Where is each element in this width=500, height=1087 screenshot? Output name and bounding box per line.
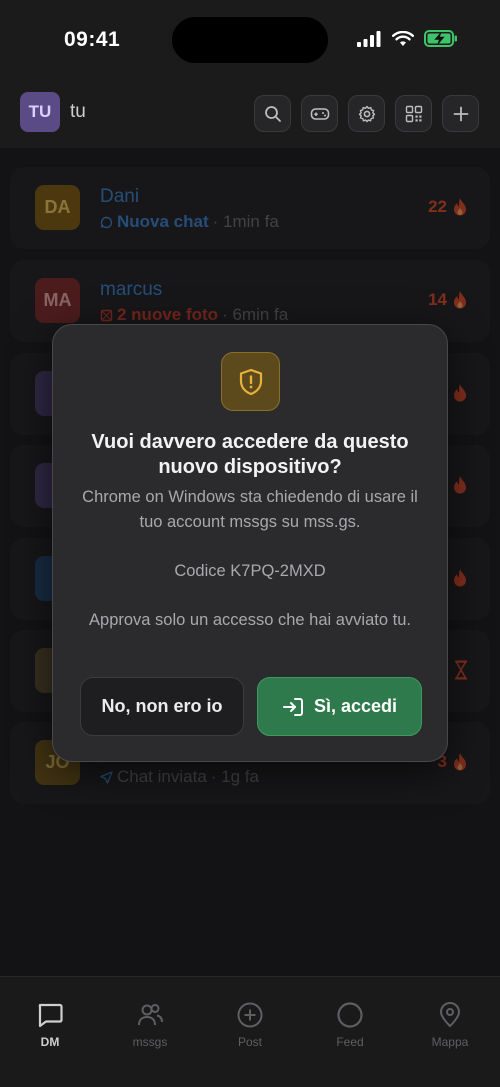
add-circle-icon xyxy=(237,1002,263,1028)
map-pin-icon xyxy=(439,1002,461,1028)
dialog-title: Vuoi davvero accedere da questo nuovo di… xyxy=(91,431,409,478)
gamepad-icon xyxy=(310,107,329,120)
bottom-nav: DM mssgs Post Feed Mappa xyxy=(0,976,500,1087)
dialog-description: Chrome on Windows sta chiedendo di usare… xyxy=(82,488,418,531)
tab-label: Post xyxy=(237,1035,262,1049)
tab-dm[interactable]: DM xyxy=(10,1001,90,1049)
status-time: 09:41 xyxy=(64,28,121,51)
tab-feed[interactable]: Feed xyxy=(310,1001,390,1049)
new-chat-button[interactable] xyxy=(442,95,479,132)
app-header: TU tu xyxy=(20,92,480,134)
shield-alert-icon xyxy=(239,368,262,395)
profile-username[interactable]: tu xyxy=(70,101,86,123)
qr-code-icon xyxy=(405,105,422,122)
settings-button[interactable] xyxy=(348,95,385,132)
shield-alert-badge xyxy=(221,352,280,411)
search-icon xyxy=(264,105,281,122)
tab-mappa[interactable]: Mappa xyxy=(410,1001,490,1049)
deny-button[interactable]: No, non ero io xyxy=(80,677,244,736)
device-code: Codice K7PQ-2MXD xyxy=(174,562,326,580)
login-approval-dialog: Vuoi davvero accedere da questo nuovo di… xyxy=(52,324,448,762)
tab-mssgs[interactable]: mssgs xyxy=(110,1001,190,1049)
qr-code-button[interactable] xyxy=(395,95,432,132)
dialog-warning: Approva solo un accesso che hai avviato … xyxy=(89,611,411,629)
circle-icon xyxy=(337,1002,363,1028)
tab-post[interactable]: Post xyxy=(210,1001,290,1049)
status-icons xyxy=(357,30,458,47)
profile-avatar[interactable]: TU xyxy=(20,92,60,132)
search-button[interactable] xyxy=(254,95,291,132)
tab-label: Feed xyxy=(336,1035,364,1049)
people-icon xyxy=(138,1004,163,1026)
dynamic-island xyxy=(172,17,328,63)
approve-button[interactable]: Sì, accedi xyxy=(257,677,422,736)
chat-icon xyxy=(38,1003,63,1028)
games-button[interactable] xyxy=(301,95,338,132)
deny-button-label: No, non ero io xyxy=(101,696,223,716)
gear-icon xyxy=(358,105,375,122)
plus-icon xyxy=(453,106,468,121)
tab-label: DM xyxy=(40,1035,60,1049)
battery-charging-icon xyxy=(424,30,457,47)
sign-in-icon xyxy=(282,697,303,716)
tab-label: Mappa xyxy=(431,1035,469,1049)
tab-label: mssgs xyxy=(132,1035,168,1049)
status-bar: 09:41 xyxy=(0,0,500,80)
approve-button-label: Sì, accedi xyxy=(313,696,398,716)
signal-icon xyxy=(357,30,381,47)
wifi-icon xyxy=(392,30,414,46)
